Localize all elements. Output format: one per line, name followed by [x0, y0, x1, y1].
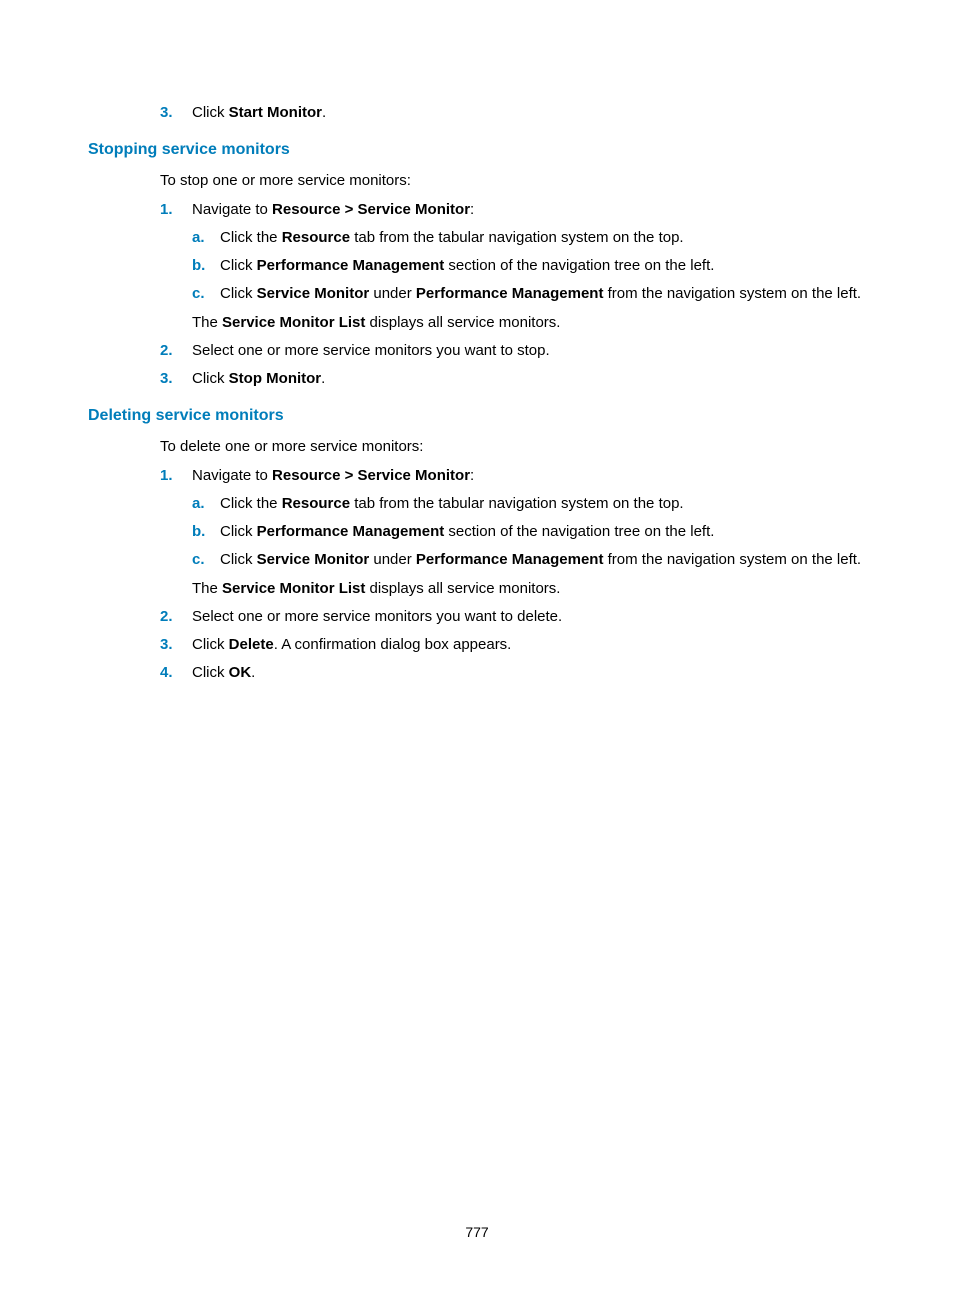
step-text: Select one or more service monitors you … [192, 338, 866, 364]
substep-b: b. Click Performance Management section … [192, 519, 866, 545]
text: section of the navigation tree on the le… [444, 523, 714, 540]
stopping-step-3: 3. Click Stop Monitor. [160, 366, 866, 392]
substep-b: b. Click Performance Management section … [192, 253, 866, 279]
bold-text: Service Monitor [257, 551, 370, 568]
bold-text: Performance Management [257, 257, 445, 274]
list-marker: 4. [160, 660, 192, 686]
deleting-step-3: 3. Click Delete. A confirmation dialog b… [160, 632, 866, 658]
bold-text: Performance Management [416, 285, 604, 302]
text: tab from the tabular navigation system o… [350, 229, 684, 246]
deleting-step-2: 2. Select one or more service monitors y… [160, 604, 866, 630]
text: under [369, 285, 416, 302]
text: Navigate to [192, 467, 272, 484]
text: Click [220, 551, 257, 568]
list-marker: 3. [160, 366, 192, 392]
text: . [251, 664, 255, 681]
substep-c: c. Click Service Monitor under Performan… [192, 547, 866, 573]
heading-stopping: Stopping service monitors [88, 136, 866, 164]
text: from the navigation system on the left. [603, 285, 861, 302]
page-number: 777 [0, 1224, 954, 1240]
bold-text: OK [229, 664, 252, 681]
text: Navigate to [192, 201, 272, 218]
step-text: Click Start Monitor. [192, 100, 866, 126]
text: Click [192, 104, 229, 121]
bold-text: Start Monitor [229, 104, 322, 121]
list-marker: a. [192, 491, 220, 517]
step-text: Navigate to Resource > Service Monitor: [192, 463, 866, 489]
text: Click [220, 285, 257, 302]
bold-text: Service Monitor List [222, 580, 365, 597]
text: Click [192, 370, 229, 387]
text: : [470, 201, 474, 218]
text: displays all service monitors. [365, 580, 560, 597]
result-text: The Service Monitor List displays all se… [192, 576, 866, 602]
text: : [470, 467, 474, 484]
bold-text: Service Monitor [257, 285, 370, 302]
substep-text: Click Service Monitor under Performance … [220, 547, 866, 573]
text: Click [220, 257, 257, 274]
text: . [321, 370, 325, 387]
text: Click the [220, 495, 282, 512]
step-text: Select one or more service monitors you … [192, 604, 866, 630]
substep-text: Click the Resource tab from the tabular … [220, 491, 866, 517]
substep-text: Click Service Monitor under Performance … [220, 281, 866, 307]
text: Click [192, 636, 229, 653]
step-body: Navigate to Resource > Service Monitor: … [192, 197, 866, 336]
list-marker: b. [192, 253, 220, 279]
step-3-start-monitor: 3. Click Start Monitor. [160, 100, 866, 126]
bold-text: Resource > Service Monitor [272, 467, 470, 484]
substep-text: Click the Resource tab from the tabular … [220, 225, 866, 251]
substep-text: Click Performance Management section of … [220, 519, 866, 545]
list-marker: c. [192, 547, 220, 573]
substep-text: Click Performance Management section of … [220, 253, 866, 279]
deleting-step-1: 1. Navigate to Resource > Service Monito… [160, 463, 866, 602]
text: Click the [220, 229, 282, 246]
bold-text: Service Monitor List [222, 314, 365, 331]
list-marker: b. [192, 519, 220, 545]
stopping-step-2: 2. Select one or more service monitors y… [160, 338, 866, 364]
step-body: Navigate to Resource > Service Monitor: … [192, 463, 866, 602]
text: The [192, 580, 222, 597]
deleting-step-4: 4. Click OK. [160, 660, 866, 686]
list-marker: a. [192, 225, 220, 251]
text: Click [220, 523, 257, 540]
document-page: 3. Click Start Monitor. Stopping service… [0, 0, 954, 1296]
substep-c: c. Click Service Monitor under Performan… [192, 281, 866, 307]
list-marker: 1. [160, 463, 192, 602]
list-marker: 3. [160, 100, 192, 126]
bold-text: Performance Management [416, 551, 604, 568]
list-marker: 2. [160, 338, 192, 364]
bold-text: Performance Management [257, 523, 445, 540]
list-marker: 2. [160, 604, 192, 630]
page-content: 3. Click Start Monitor. Stopping service… [88, 100, 866, 687]
bold-text: Resource [282, 229, 350, 246]
list-marker: 3. [160, 632, 192, 658]
text: . [322, 104, 326, 121]
text: tab from the tabular navigation system o… [350, 495, 684, 512]
substep-a: a. Click the Resource tab from the tabul… [192, 491, 866, 517]
text: Click [192, 664, 229, 681]
text: section of the navigation tree on the le… [444, 257, 714, 274]
list-marker: 1. [160, 197, 192, 336]
step-text: Click Stop Monitor. [192, 366, 866, 392]
step-text: Navigate to Resource > Service Monitor: [192, 197, 866, 223]
step-text: Click OK. [192, 660, 866, 686]
bold-text: Delete [229, 636, 274, 653]
text: The [192, 314, 222, 331]
bold-text: Stop Monitor [229, 370, 321, 387]
result-text: The Service Monitor List displays all se… [192, 310, 866, 336]
intro-stopping: To stop one or more service monitors: [160, 168, 866, 194]
text: under [369, 551, 416, 568]
list-marker: c. [192, 281, 220, 307]
stopping-step-1: 1. Navigate to Resource > Service Monito… [160, 197, 866, 336]
step-text: Click Delete. A confirmation dialog box … [192, 632, 866, 658]
bold-text: Resource [282, 495, 350, 512]
text: displays all service monitors. [365, 314, 560, 331]
bold-text: Resource > Service Monitor [272, 201, 470, 218]
text: from the navigation system on the left. [603, 551, 861, 568]
substep-a: a. Click the Resource tab from the tabul… [192, 225, 866, 251]
text: . A confirmation dialog box appears. [274, 636, 512, 653]
intro-deleting: To delete one or more service monitors: [160, 434, 866, 460]
heading-deleting: Deleting service monitors [88, 402, 866, 430]
